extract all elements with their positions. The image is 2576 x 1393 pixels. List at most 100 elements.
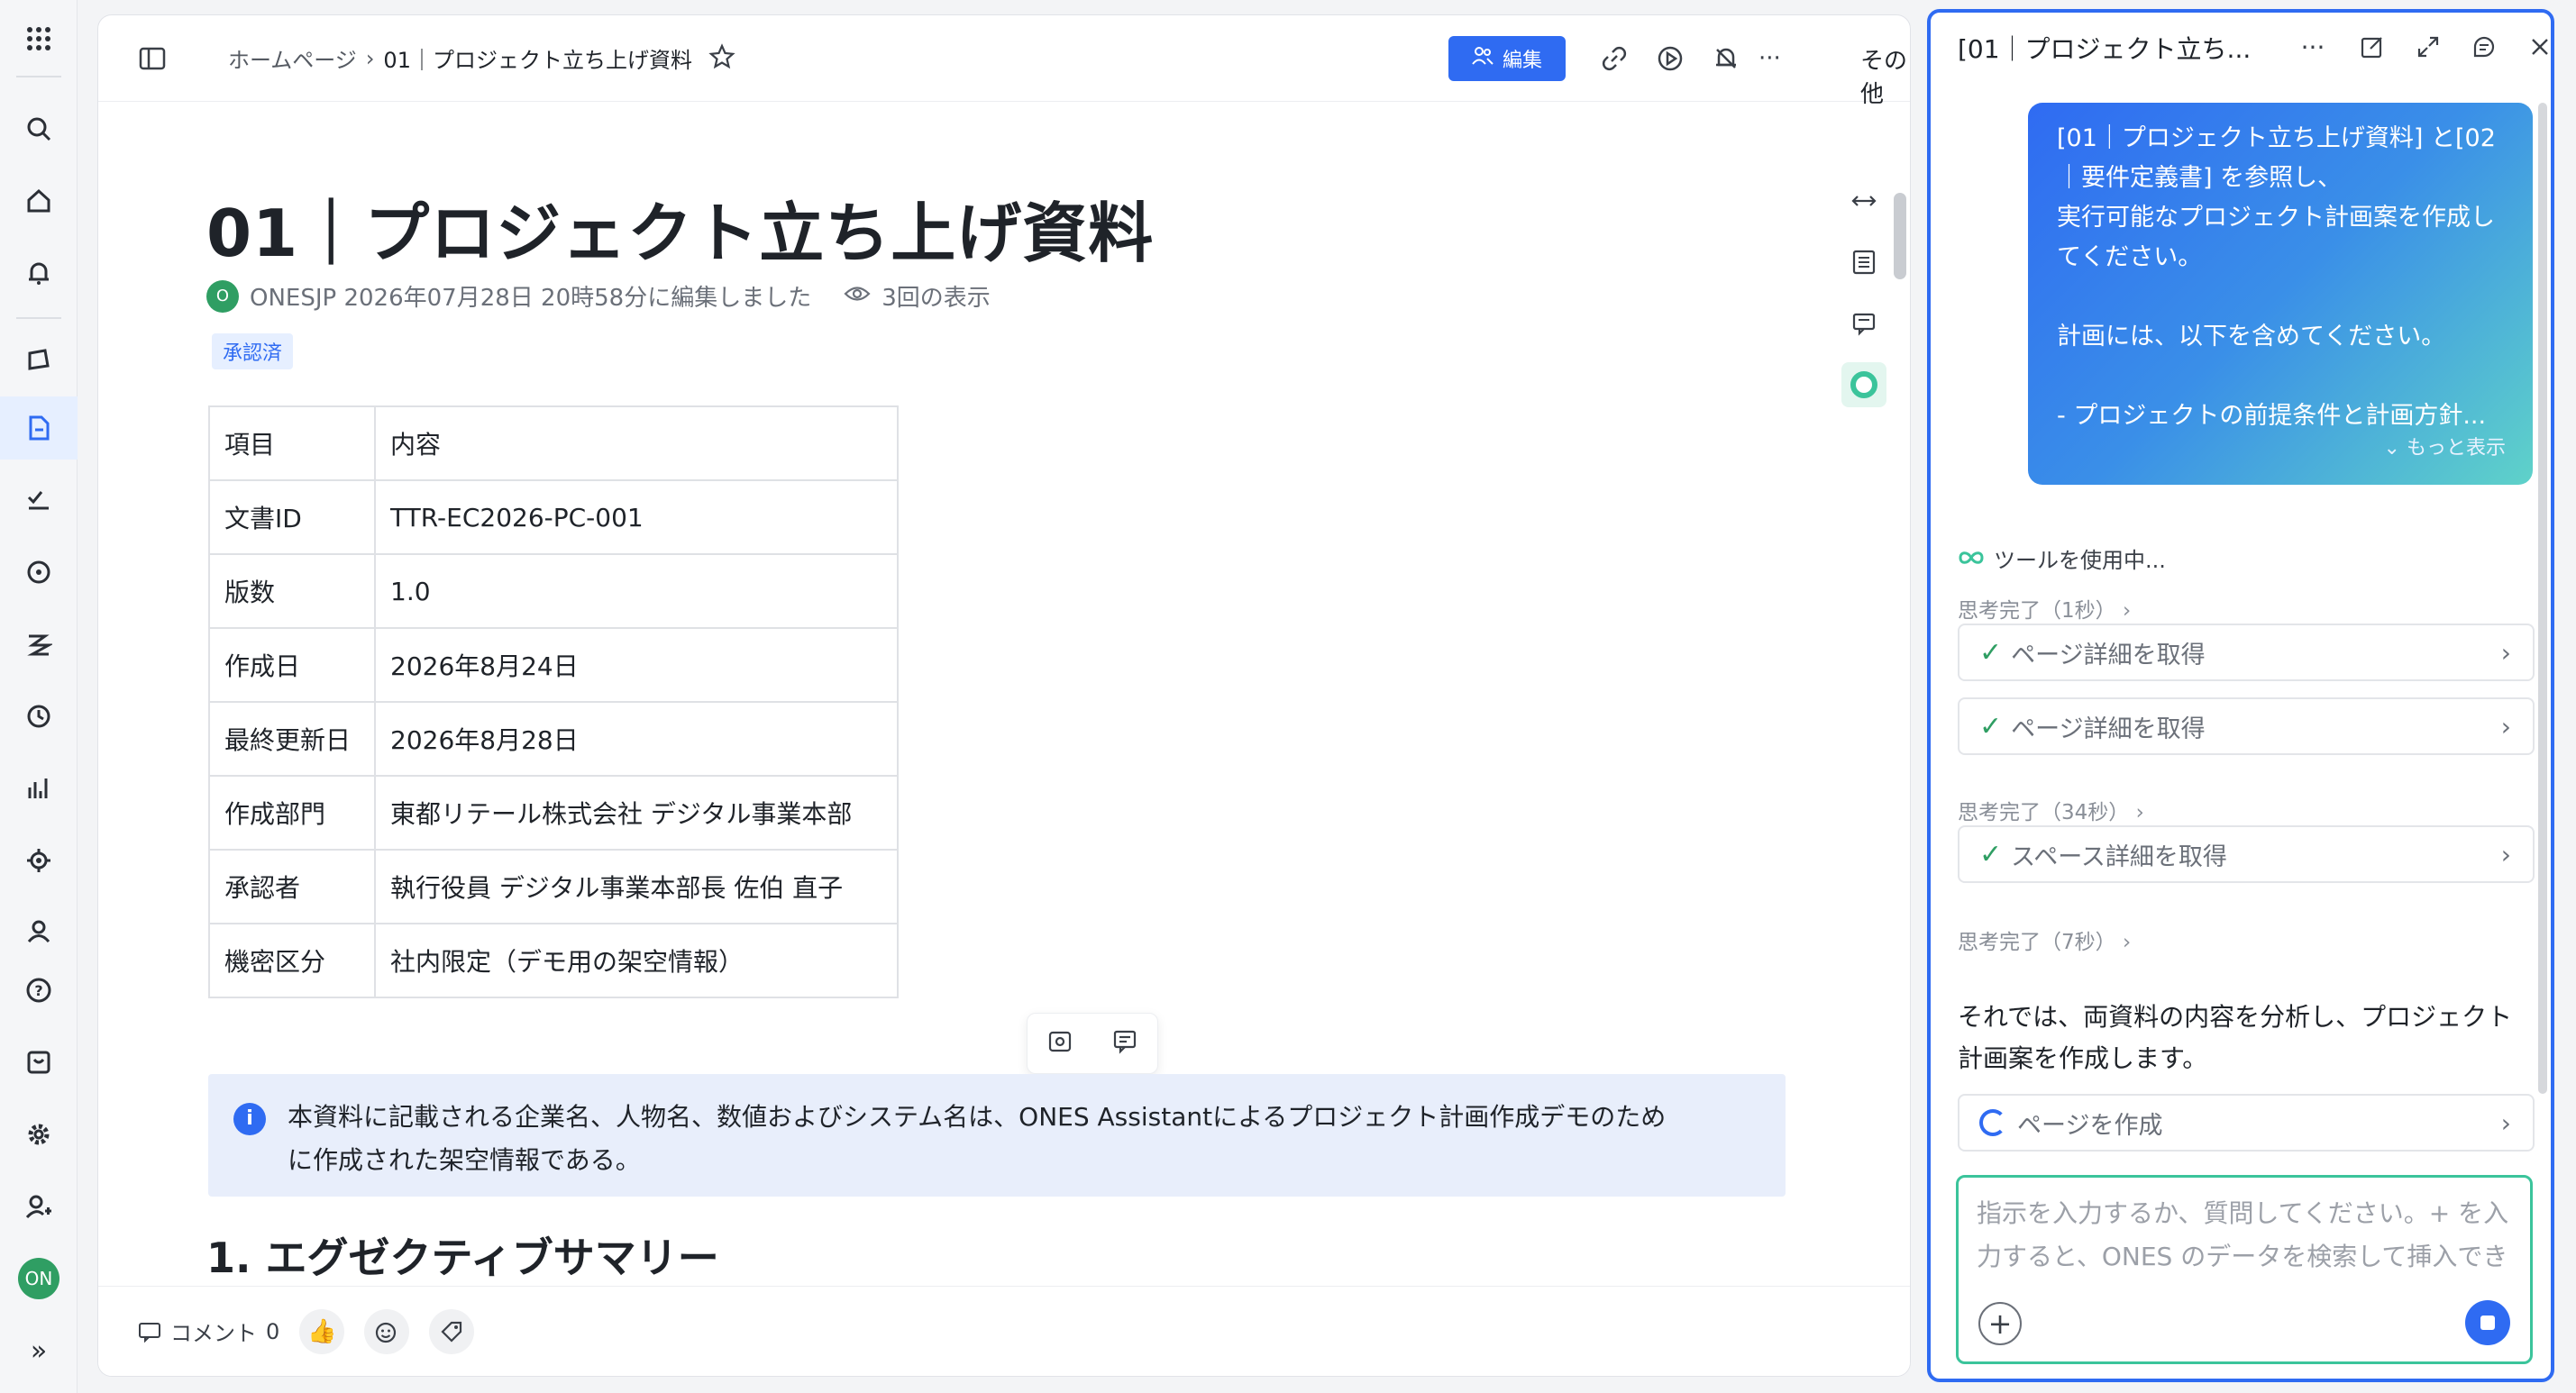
collaborate-icon xyxy=(1472,46,1494,71)
status-badge[interactable]: 承認済 xyxy=(212,333,294,369)
comments-panel-icon[interactable] xyxy=(1841,301,1886,346)
table-cell-key[interactable]: 最終更新日 xyxy=(208,701,376,777)
help-icon[interactable]: ? xyxy=(0,959,78,1022)
workflow-icon[interactable] xyxy=(0,613,78,676)
tool-step-in-progress[interactable]: ページを作成 › xyxy=(1958,1094,2535,1152)
ellipsis-icon[interactable]: ··· xyxy=(2295,29,2331,65)
expand-rail-icon[interactable]: » xyxy=(0,1319,78,1382)
thinking-status[interactable]: 思考完了（1秒） › xyxy=(1958,593,2131,624)
table-cell-key[interactable]: 作成日 xyxy=(208,627,376,703)
panel-scrollbar[interactable] xyxy=(2538,103,2547,1094)
comment-button[interactable]: コメント 0 xyxy=(138,1316,279,1347)
edit-info: ONESJP 2026年07月28日 20時58分に編集しました xyxy=(250,285,812,312)
table-row: 項目 内容 xyxy=(208,405,899,481)
thinking-status[interactable]: 思考完了（7秒） › xyxy=(1958,924,2131,955)
tool-step[interactable]: ✓ ページ詳細を取得 › xyxy=(1958,697,2535,755)
comment-icon[interactable] xyxy=(1111,1027,1138,1061)
analytics-icon[interactable] xyxy=(0,757,78,820)
sidebar-toggle-icon[interactable] xyxy=(134,42,170,75)
table-row: 版数 1.0 xyxy=(208,553,899,629)
home-icon[interactable] xyxy=(0,169,78,232)
doc-scrollbar[interactable] xyxy=(1894,193,1906,279)
table-cell-value[interactable]: 東都リテール株式会社 デジタル事業本部 xyxy=(374,775,899,851)
tool-step-label: スペース詳細を取得 xyxy=(2011,842,2227,871)
table-cell-key[interactable]: 機密区分 xyxy=(208,923,376,998)
edit-button[interactable]: 編集 xyxy=(1448,36,1566,81)
table-cell-value[interactable]: 2026年8月24日 xyxy=(374,627,899,703)
breadcrumb-current[interactable]: 01｜プロジェクト立ち上げ資料 xyxy=(383,42,692,74)
star-icon[interactable] xyxy=(708,42,735,74)
assistant-reply: それでは、両資料の内容を分析し、プロジェクト計画案を作成します。 xyxy=(1958,1002,2513,1073)
link-icon[interactable] xyxy=(1596,41,1632,77)
user-message-bubble: [01｜プロジェクト立ち上げ資料] と[02 ｜要件定義書] を参照し、実行可能な… xyxy=(2028,103,2533,485)
doc-footer: コメント 0 👍 xyxy=(98,1286,1910,1376)
table-cell-value[interactable]: TTR-EC2026-PC-001 xyxy=(374,479,899,555)
expand-icon[interactable] xyxy=(2410,29,2446,65)
page-title: 01｜プロジェクト立ち上げ資料 xyxy=(206,196,1155,271)
ellipsis-icon: ··· xyxy=(1758,45,1781,72)
outline-icon[interactable] xyxy=(1841,240,1886,285)
show-more-link[interactable]: ⌄ もっと表示 xyxy=(2384,429,2506,469)
floating-toolbar xyxy=(1027,1013,1158,1074)
apps-grid-icon[interactable] xyxy=(0,7,78,70)
user-message-line: [01｜プロジェクト立ち上げ資料] と[02 xyxy=(2057,124,2496,152)
gauge-icon[interactable] xyxy=(0,541,78,604)
document-icon[interactable] xyxy=(0,396,78,460)
thumbs-up-icon[interactable]: 👍 xyxy=(299,1308,345,1354)
user-avatar[interactable]: ON xyxy=(0,1247,78,1310)
more-menu-button[interactable]: ··· xyxy=(1758,41,1858,77)
stop-generation-button[interactable] xyxy=(2465,1300,2510,1345)
section-heading: 1. エグゼクティブサマリー xyxy=(206,1234,719,1282)
doc-info-table: 項目 内容 文書ID TTR-EC2026-PC-001 版数 1.0 作成日 2026年8月… xyxy=(208,405,899,998)
close-icon[interactable] xyxy=(2522,29,2551,65)
chat-input[interactable]: 指示を入力するか、質問してください。+ を入力すると、ONES のデータを検索し… xyxy=(1956,1175,2533,1364)
task-icon[interactable] xyxy=(0,469,78,532)
thinking-label: 思考完了（1秒） xyxy=(1958,599,2116,623)
thinking-status[interactable]: 思考完了（34秒） › xyxy=(1958,795,2144,825)
add-user-icon[interactable] xyxy=(0,1175,78,1238)
clock-icon[interactable] xyxy=(0,685,78,748)
ai-rewrite-icon[interactable] xyxy=(1046,1027,1073,1061)
history-icon[interactable] xyxy=(2466,29,2502,65)
table-cell-value[interactable]: 1.0 xyxy=(374,553,899,629)
plugin-icon[interactable] xyxy=(0,829,78,892)
callout-text-line2: に作成された架空情報である。 xyxy=(288,1145,641,1175)
add-attachment-button[interactable]: + xyxy=(1978,1302,2022,1345)
user-message-line: ｜要件定義書] を参照し、 xyxy=(2057,164,2343,192)
settings-icon[interactable] xyxy=(0,1103,78,1166)
search-icon[interactable] xyxy=(0,97,78,160)
comment-label: コメント xyxy=(170,1321,257,1346)
inbox-icon[interactable] xyxy=(0,1031,78,1094)
left-nav-rail: ? ON » xyxy=(0,0,78,1393)
tool-step[interactable]: ✓ ページ詳細を取得 › xyxy=(1958,624,2535,681)
tool-step-label: ページ詳細を取得 xyxy=(2011,715,2206,743)
table-cell-value[interactable]: 2026年8月28日 xyxy=(374,701,899,777)
chevron-right-icon: › xyxy=(2500,711,2511,742)
thinking-label: 思考完了（34秒） xyxy=(1958,801,2130,824)
table-cell-key[interactable]: 承認者 xyxy=(208,849,376,924)
table-cell-key[interactable]: 作成部門 xyxy=(208,775,376,851)
table-cell-key[interactable]: 文書ID xyxy=(208,479,376,555)
assistant-title[interactable]: [01｜プロジェクト立ち... xyxy=(1958,30,2251,66)
user-message-line: 実行可能なプロジェクト計画案を作成し xyxy=(2057,204,2495,232)
table-cell-value[interactable]: 執行役員 デジタル事業本部長 佐伯 直子 xyxy=(374,849,899,924)
table-cell-key[interactable]: 項目 xyxy=(208,405,376,481)
table-cell-value[interactable]: 内容 xyxy=(374,405,899,481)
tool-step[interactable]: ✓ スペース詳細を取得 › xyxy=(1958,825,2535,883)
breadcrumb-home[interactable]: ホームページ xyxy=(228,42,357,74)
notification-icon[interactable] xyxy=(1708,41,1744,77)
width-toggle-icon[interactable] xyxy=(1841,178,1886,223)
add-tag-icon[interactable] xyxy=(429,1308,475,1354)
project-icon[interactable] xyxy=(0,328,78,391)
table-cell-key[interactable]: 版数 xyxy=(208,553,376,629)
assistant-header: [01｜プロジェクト立ち... ··· xyxy=(1931,13,2551,83)
bell-icon[interactable] xyxy=(0,241,78,305)
table-cell-value[interactable]: 社内限定（デモ用の架空情報） xyxy=(374,923,899,998)
emoji-reaction-icon[interactable] xyxy=(364,1308,410,1354)
author-avatar[interactable]: O xyxy=(206,279,239,313)
team-icon[interactable] xyxy=(0,899,78,962)
present-icon[interactable] xyxy=(1652,41,1688,77)
new-chat-icon[interactable] xyxy=(2354,29,2390,65)
assistant-icon[interactable] xyxy=(1841,362,1886,407)
more-label[interactable]: その他 xyxy=(1860,42,1910,109)
